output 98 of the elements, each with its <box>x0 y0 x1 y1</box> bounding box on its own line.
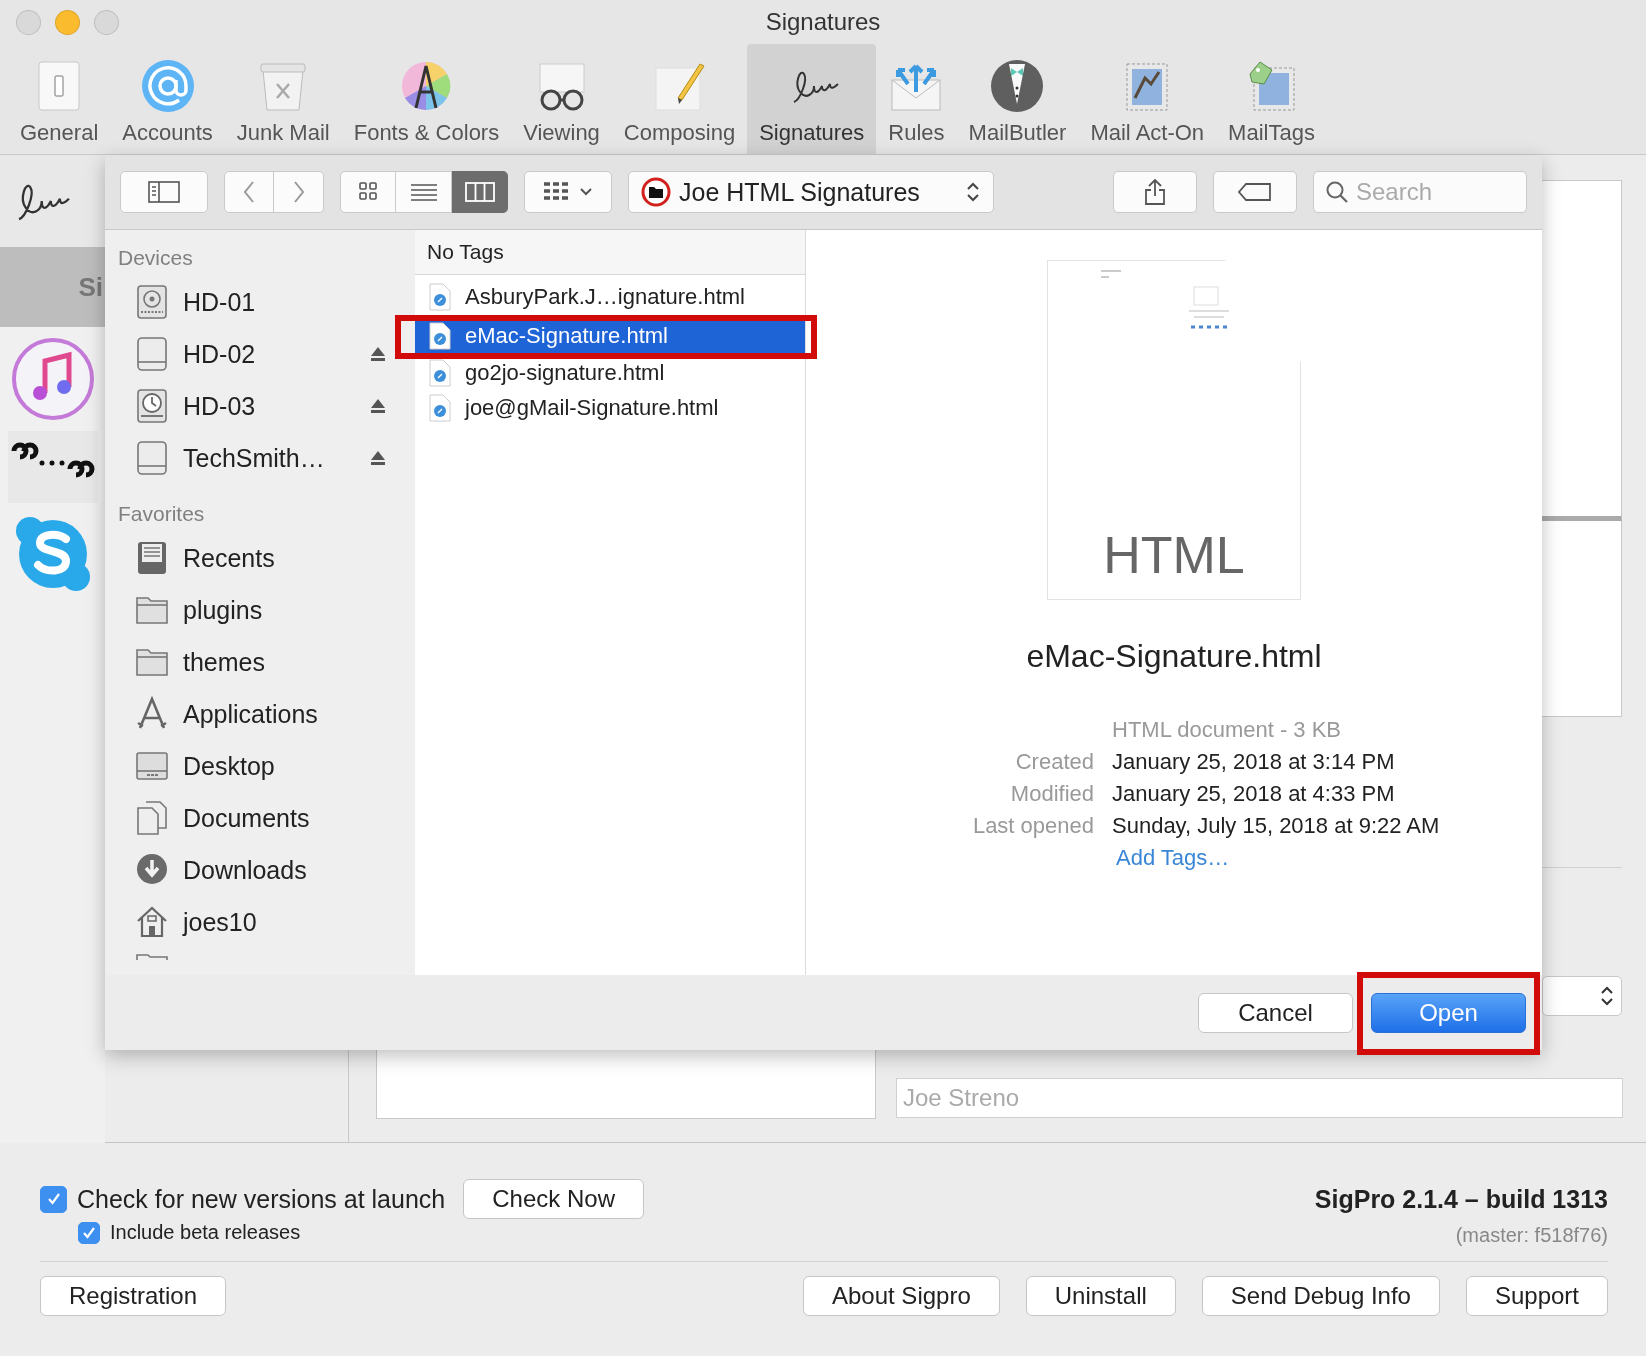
window-title: Signatures <box>765 8 881 36</box>
list-icon <box>409 181 438 203</box>
toolbar-tab[interactable]: Fonts & Colors <box>341 44 512 154</box>
columns-icon <box>464 181 495 203</box>
toolbar-tab[interactable]: Rules <box>876 44 957 154</box>
tuxedo-icon <box>989 58 1046 114</box>
toolbar-tab[interactable]: Accounts <box>110 44 225 154</box>
version-text: SigPro 2.1.4 – build 1313 <box>1314 1185 1608 1214</box>
sidebar-item[interactable]: Applications <box>105 688 415 740</box>
section-header: Favorites <box>117 502 206 527</box>
dialog-button[interactable]: Open <box>1371 992 1526 1033</box>
folder-badge-icon <box>641 177 671 207</box>
list-view-button[interactable] <box>396 171 452 213</box>
updown-chevron-icon <box>965 180 981 204</box>
signature-tab[interactable] <box>0 155 105 247</box>
toolbar-tab[interactable]: Junk Mail <box>224 44 342 154</box>
arrange-button[interactable] <box>524 171 612 213</box>
check-now-button[interactable]: Check Now <box>463 1179 644 1219</box>
sidebar-item[interactable]: HD-03 <box>105 380 415 432</box>
sidebar-item[interactable]: themes <box>105 636 415 688</box>
sidebar-item[interactable]: Recents <box>105 532 415 584</box>
sidebar-item[interactable]: TechSmith… <box>105 432 415 484</box>
quote-marks-icon <box>7 431 98 503</box>
toolbar-tab[interactable]: Viewing <box>511 44 612 154</box>
document-thumbnail: HTML <box>1047 260 1301 600</box>
file-kind: HTML document - 3 KB <box>1112 717 1343 743</box>
html-file-icon <box>429 358 451 387</box>
drive-icon <box>135 336 169 372</box>
chevron-down-icon <box>579 187 593 197</box>
chevron-right-icon <box>291 180 306 204</box>
add-tags-link[interactable]: Add Tags… <box>1112 845 1230 871</box>
sidebar-item[interactable]: HD-02 <box>105 328 415 380</box>
sidebar-item[interactable]: plugins <box>105 584 415 636</box>
checkmark-icon <box>45 1191 62 1207</box>
search-icon <box>1325 180 1349 204</box>
info-label: Created <box>1014 749 1094 775</box>
folder-icon <box>135 952 169 960</box>
sidebar-icon <box>148 181 180 203</box>
file-row[interactable]: go2jo-signature.html <box>415 355 805 390</box>
toolbar-tab[interactable]: Mail Act-On <box>1078 44 1217 154</box>
toolbar-tab[interactable]: General <box>8 44 111 154</box>
info-value: Sunday, July 15, 2018 at 9:22 AM <box>1112 813 1441 839</box>
share-icon <box>1143 178 1167 206</box>
sidebar-item[interactable]: Documents <box>105 792 415 844</box>
arrange-grid-icon <box>543 181 571 203</box>
at-sign-icon <box>139 58 196 114</box>
side-label: Si <box>78 271 104 303</box>
name-field[interactable]: Joe Streno <box>896 1078 1623 1118</box>
footer-button[interactable]: Send Debug Info <box>1201 1276 1440 1316</box>
documents-icon <box>135 800 169 836</box>
footer-button[interactable]: About Sigpro <box>803 1276 1000 1316</box>
info-label: Modified <box>1009 781 1094 807</box>
info-value: January 25, 2018 at 3:14 PM <box>1112 749 1396 775</box>
sidebar-item[interactable]: HD-01 <box>105 276 415 328</box>
file-name: eMac-Signature.html <box>1026 638 1322 675</box>
hard-drive-icon <box>135 284 169 320</box>
stepper-control[interactable] <box>1542 976 1622 1016</box>
toolbar-tab[interactable]: Signatures <box>747 44 877 154</box>
sidebar-toggle-button[interactable] <box>120 171 208 213</box>
search-field[interactable]: Search <box>1313 171 1527 213</box>
toolbar-tab[interactable]: MailTags <box>1216 44 1327 154</box>
location-popup[interactable]: Joe HTML Signatures <box>628 171 994 213</box>
sidebar-item[interactable]: joes10 <box>105 896 415 948</box>
drive-icon <box>135 440 169 476</box>
music-note-icon <box>10 337 95 421</box>
checkbox-label: Check for new versions at launch <box>77 1184 446 1214</box>
updown-chevron-icon <box>1599 984 1615 1008</box>
html-file-icon <box>429 321 451 350</box>
section-header: Devices <box>117 246 194 271</box>
checkbox[interactable] <box>78 1221 100 1244</box>
column-view-button[interactable] <box>452 171 508 213</box>
column-header: No Tags <box>415 230 805 275</box>
sidebar-item[interactable]: Desktop <box>105 740 415 792</box>
tag-icon <box>1238 182 1272 202</box>
tag-button[interactable] <box>1213 171 1297 213</box>
clock-drive-icon <box>135 388 169 424</box>
toolbar-tab[interactable]: MailButler <box>956 44 1079 154</box>
dialog-button[interactable]: Cancel <box>1198 992 1353 1033</box>
footer-button[interactable]: Support <box>1465 1276 1608 1316</box>
html-file-icon <box>429 282 451 311</box>
file-row[interactable]: joe@gMail-Signature.html <box>415 390 805 425</box>
build-text: (master: f518f76) <box>1454 1224 1608 1247</box>
share-button[interactable] <box>1113 171 1197 213</box>
sidebar-item[interactable]: Downloads <box>105 844 415 896</box>
chevron-left-icon <box>242 180 256 204</box>
info-label: Last opened <box>971 813 1094 839</box>
grid-icon <box>358 181 378 203</box>
toolbar-tab[interactable]: Composing <box>611 44 748 154</box>
footer-button[interactable]: Uninstall <box>1025 1276 1176 1316</box>
footer-button[interactable]: Registration <box>40 1276 227 1316</box>
recents-icon <box>135 540 169 576</box>
file-row[interactable]: AsburyPark.J…ignature.html <box>415 279 805 314</box>
checkbox-label: Include beta releases <box>110 1221 301 1244</box>
checkbox[interactable] <box>40 1185 67 1213</box>
icon-view-button[interactable] <box>340 171 396 213</box>
home-icon <box>135 904 169 940</box>
html-file-icon <box>429 393 451 422</box>
info-value: January 25, 2018 at 4:33 PM <box>1112 781 1396 807</box>
